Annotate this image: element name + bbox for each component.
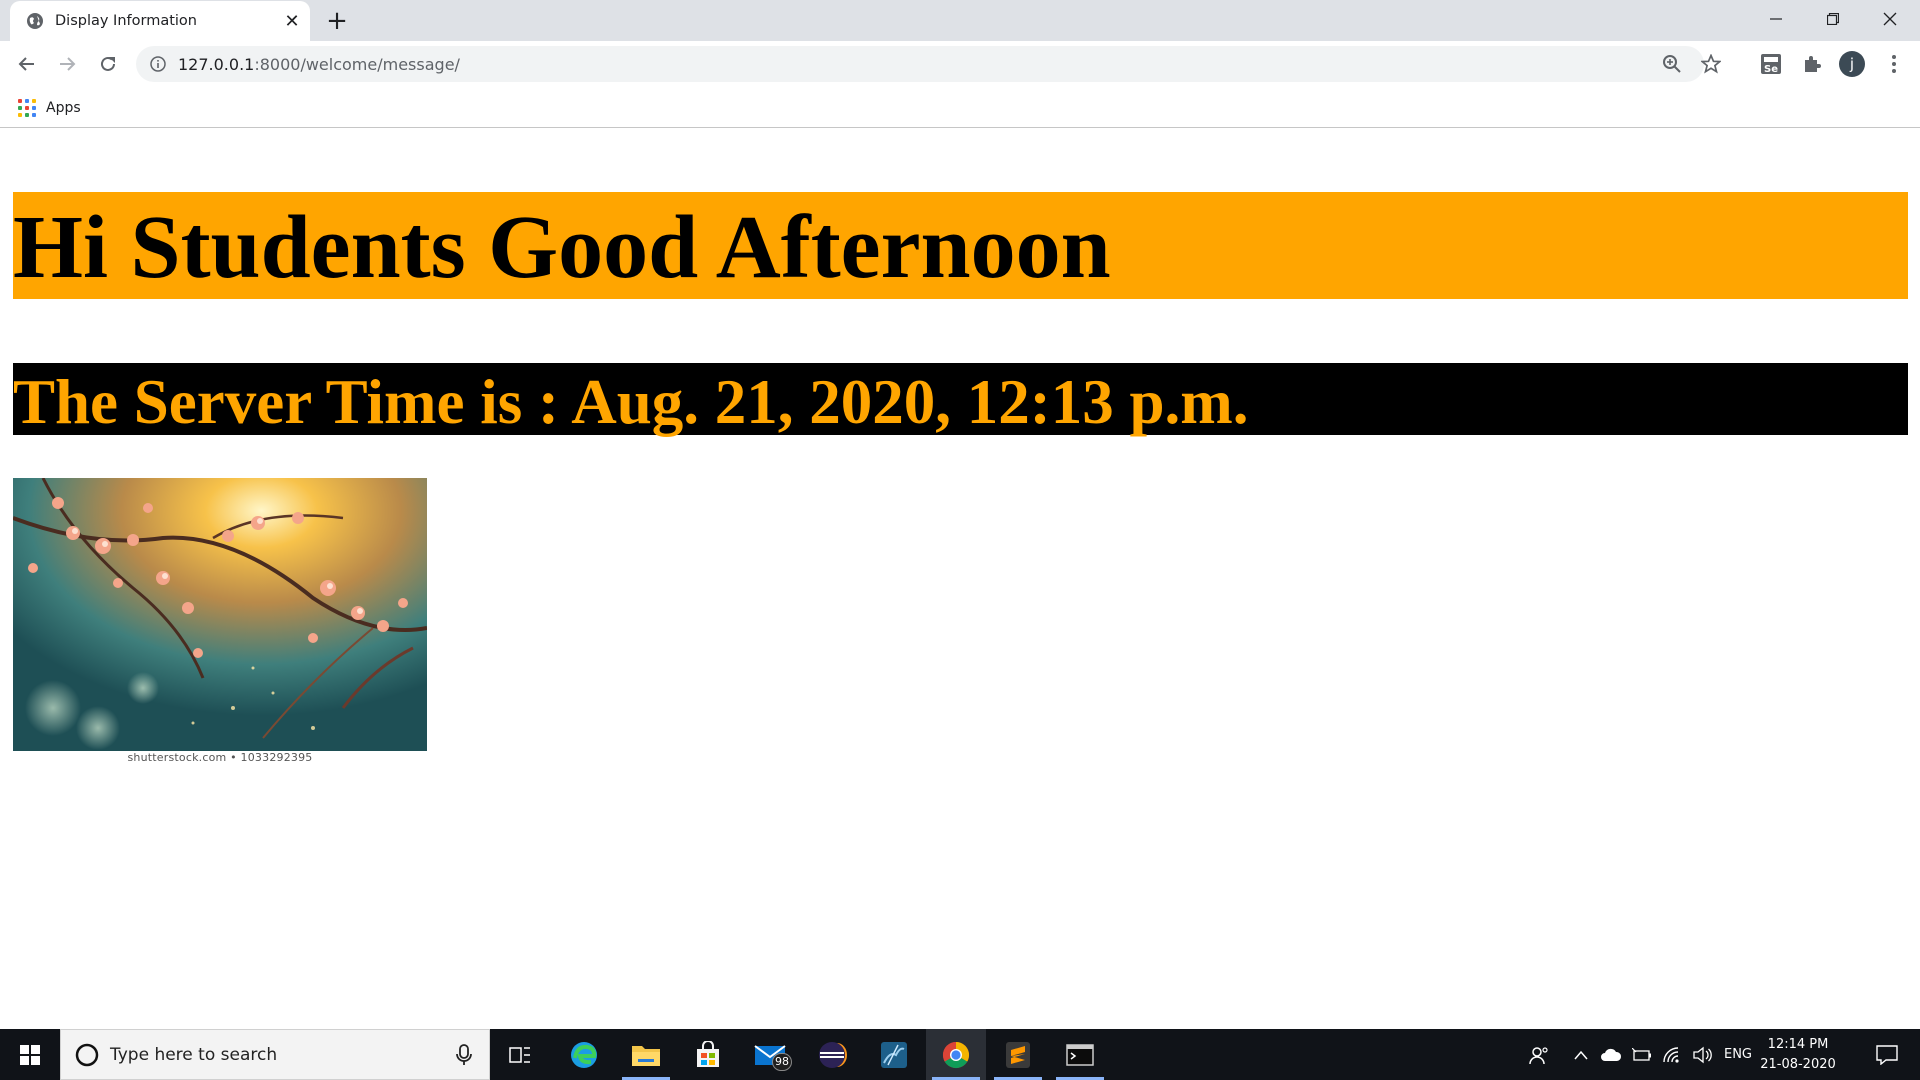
star-icon[interactable]: [1701, 54, 1721, 74]
sublime-text-taskbar-button[interactable]: [988, 1029, 1048, 1080]
clock-date: 21-08-2020: [1760, 1057, 1836, 1072]
task-view-button[interactable]: [490, 1029, 550, 1080]
close-window-button[interactable]: [1862, 0, 1918, 38]
new-tab-button[interactable]: +: [324, 8, 350, 34]
back-arrow-icon: [18, 57, 34, 71]
selenium-extension-button[interactable]: Se: [1757, 50, 1785, 78]
address-bar[interactable]: 127.0.0.1:8000/welcome/message/: [136, 46, 1721, 82]
cloud-icon: [1601, 1048, 1622, 1061]
people-button[interactable]: [1522, 1029, 1556, 1080]
edge-taskbar-button[interactable]: [554, 1029, 614, 1080]
restore-icon: [1827, 13, 1839, 25]
forward-arrow-icon: [60, 57, 76, 71]
input-language-button[interactable]: ENG: [1720, 1029, 1756, 1080]
url-text: 127.0.0.1:8000/welcome/message/: [178, 55, 460, 74]
reload-button[interactable]: [91, 47, 125, 81]
menu-dots-icon: [1892, 55, 1896, 73]
people-icon: [1529, 1046, 1548, 1064]
cortana-icon: [75, 1043, 99, 1067]
chrome-icon: [942, 1041, 970, 1068]
language-indicator: ENG: [1723, 1047, 1752, 1062]
bookmarks-bar: Apps: [0, 88, 1920, 128]
task-view-icon: [509, 1046, 530, 1063]
close-tab-icon[interactable]: ✕: [282, 11, 302, 31]
battery-icon: [1632, 1047, 1651, 1061]
onedrive-tray-button[interactable]: [1596, 1029, 1626, 1080]
action-center-button[interactable]: [1862, 1029, 1912, 1080]
eclipse-taskbar-button[interactable]: [802, 1029, 862, 1080]
url-path: :8000/welcome/message/: [254, 55, 460, 74]
search-placeholder: Type here to search: [110, 1045, 278, 1065]
image-caption: shutterstock.com • 1033292395: [13, 751, 427, 769]
apps-bookmark[interactable]: Apps: [18, 96, 81, 120]
server-time-banner: The Server Time is : Aug. 21, 2020, 12:1…: [13, 363, 1908, 437]
microphone-icon[interactable]: [453, 1043, 475, 1067]
heading-banner: Hi Students Good Afternoon: [13, 192, 1908, 299]
folder-icon: [632, 1045, 660, 1066]
server-time-text: The Server Time is : Aug. 21, 2020, 12:1…: [13, 367, 1249, 437]
file-explorer-taskbar-button[interactable]: [616, 1029, 676, 1080]
windows-logo-icon: [20, 1044, 40, 1065]
terminal-taskbar-button[interactable]: [1050, 1029, 1110, 1080]
profile-button[interactable]: j: [1838, 50, 1866, 78]
mail-badge: 98: [772, 1053, 792, 1071]
volume-tray-button[interactable]: [1688, 1029, 1716, 1080]
forward-button[interactable]: [50, 47, 84, 81]
wifi-icon: [1663, 1046, 1679, 1063]
minimize-button[interactable]: [1748, 0, 1804, 38]
avatar: j: [1839, 51, 1865, 77]
reload-icon: [101, 56, 115, 71]
globe-favicon-icon: [27, 13, 43, 29]
show-hidden-icons-button[interactable]: [1568, 1029, 1594, 1080]
apps-label: Apps: [46, 100, 81, 116]
url-host: 127.0.0.1: [178, 55, 255, 74]
taskbar-search-box[interactable]: Type here to search: [60, 1029, 490, 1080]
store-icon: [697, 1040, 719, 1067]
minimize-icon: [1770, 18, 1782, 20]
store-taskbar-button[interactable]: [678, 1029, 738, 1080]
chrome-taskbar-button[interactable]: [926, 1029, 986, 1080]
eclipse-icon: [819, 1041, 847, 1068]
windows-taskbar: Type here to search 98 ENG 12:14 PM 21-0…: [0, 1029, 1920, 1080]
apps-grid-icon: [18, 99, 36, 117]
mail-taskbar-button[interactable]: 98: [740, 1029, 800, 1080]
sublime-text-icon: [1006, 1041, 1030, 1068]
page-heading: Hi Students Good Afternoon: [13, 198, 1111, 297]
browser-tab[interactable]: Display Information ✕: [10, 1, 310, 41]
back-button[interactable]: [10, 47, 44, 81]
start-button[interactable]: [0, 1029, 60, 1080]
browser-toolbar: 127.0.0.1:8000/welcome/message/ Se j: [0, 41, 1920, 88]
restore-button[interactable]: [1805, 0, 1861, 38]
battery-tray-button[interactable]: [1628, 1029, 1656, 1080]
puzzle-icon: [1805, 56, 1821, 72]
clock-time: 12:14 PM: [1767, 1037, 1829, 1052]
cherry-blossom-photo: [13, 478, 427, 751]
extensions-button[interactable]: [1798, 50, 1826, 78]
zoom-icon[interactable]: [1662, 54, 1682, 74]
browser-title-bar: Display Information ✕ +: [0, 0, 1920, 41]
page-content: Hi Students Good Afternoon The Server Ti…: [0, 129, 1920, 1029]
svg-text:Se: Se: [1764, 64, 1778, 75]
close-icon: [1883, 12, 1897, 26]
mysql-workbench-taskbar-button[interactable]: [864, 1029, 924, 1080]
chevron-up-icon: [1574, 1050, 1588, 1059]
selenium-icon: Se: [1761, 54, 1781, 75]
browser-menu-button[interactable]: [1880, 50, 1908, 78]
info-icon[interactable]: [150, 56, 166, 72]
edge-icon: [571, 1041, 597, 1068]
speaker-icon: [1693, 1046, 1712, 1063]
mysql-workbench-icon: [881, 1041, 907, 1068]
terminal-icon: [1066, 1043, 1094, 1066]
tab-title: Display Information: [55, 13, 197, 29]
notification-icon: [1876, 1044, 1898, 1065]
taskbar-clock[interactable]: 12:14 PM 21-08-2020: [1760, 1035, 1836, 1075]
wifi-tray-button[interactable]: [1658, 1029, 1686, 1080]
